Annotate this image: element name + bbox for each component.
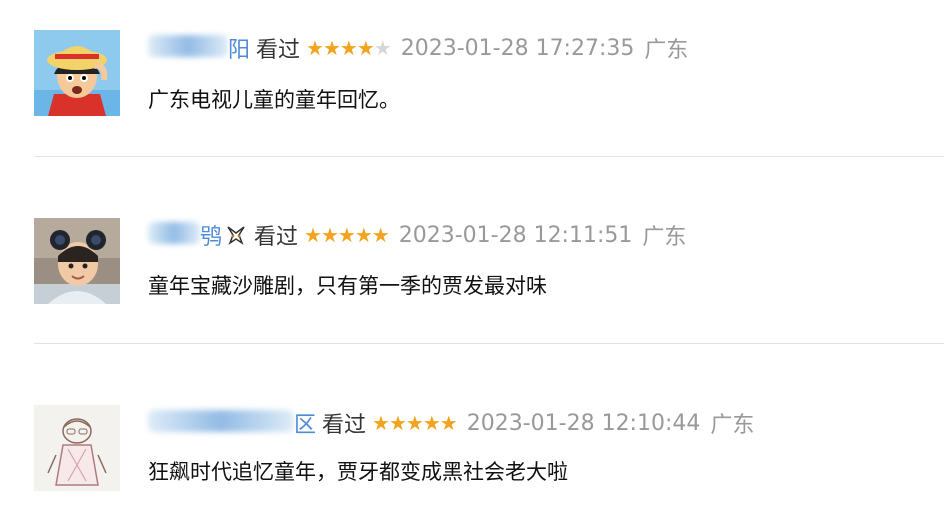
- star-icon: ★: [337, 223, 356, 247]
- review-meta: 区 看过 ★★★★★ 2023-01-28 12:10:44 广东: [148, 407, 754, 439]
- star-icon: ★: [354, 223, 373, 247]
- star-icon: ★: [371, 223, 390, 247]
- star-icon: ★: [405, 411, 424, 435]
- divider: [34, 156, 944, 157]
- star-rating: ★★★★★: [306, 36, 392, 60]
- star-icon: ★: [306, 36, 324, 60]
- review-comment: 狂飙时代追忆童年，贾牙都变成黑社会老大啦: [148, 460, 568, 484]
- star-icon: ★: [320, 223, 339, 247]
- star-icon: ★: [372, 411, 390, 435]
- username-visible-part: 鸮: [200, 225, 223, 250]
- review-meta: 阳 看过 ★★★★★ 2023-01-28 17:27:35 广东: [148, 32, 688, 64]
- review-meta: 鸮 看过 ★★★★★ 2023-01-28 12:11:51 广东: [148, 219, 686, 251]
- star-icon: ★: [304, 223, 322, 247]
- star-icon: ★: [439, 411, 458, 435]
- review-comment: 广东电视儿童的童年回忆。: [148, 88, 400, 112]
- user-avatar[interactable]: [34, 30, 120, 116]
- status-label: 看过: [254, 225, 299, 250]
- bunny-emoji-icon: [224, 223, 248, 247]
- user-avatar[interactable]: [34, 218, 120, 304]
- star-icon: ★: [422, 411, 441, 435]
- blurred-username: [148, 35, 228, 57]
- review-location: 广东: [642, 225, 687, 250]
- star-icon: ★: [388, 411, 407, 435]
- status-label: 看过: [256, 38, 301, 63]
- user-avatar[interactable]: [34, 405, 120, 491]
- username-link[interactable]: 阳: [148, 32, 250, 64]
- review-location: 广东: [710, 413, 755, 438]
- username-visible-part: 阳: [228, 38, 251, 63]
- star-icon: ★: [322, 36, 341, 60]
- username-visible-part: 区: [294, 413, 317, 438]
- review-time: 2023-01-28 17:27:35: [400, 35, 635, 61]
- review-location: 广东: [644, 38, 689, 63]
- star-rating: ★★★★★: [372, 411, 458, 435]
- review-comment: 童年宝藏沙雕剧，只有第一季的贾发最对味: [148, 274, 547, 298]
- star-icon: ★: [339, 36, 358, 60]
- blurred-username: [148, 410, 294, 432]
- review-time: 2023-01-28 12:10:44: [466, 410, 701, 436]
- review-time: 2023-01-28 12:11:51: [398, 222, 633, 248]
- username-link[interactable]: 区: [148, 407, 316, 439]
- username-link[interactable]: 鸮: [148, 219, 222, 251]
- star-empty-icon: ★: [373, 36, 392, 60]
- star-rating: ★★★★★: [304, 223, 390, 247]
- blurred-username: [148, 222, 200, 244]
- star-icon: ★: [356, 36, 375, 60]
- status-label: 看过: [322, 413, 367, 438]
- divider: [34, 343, 944, 344]
